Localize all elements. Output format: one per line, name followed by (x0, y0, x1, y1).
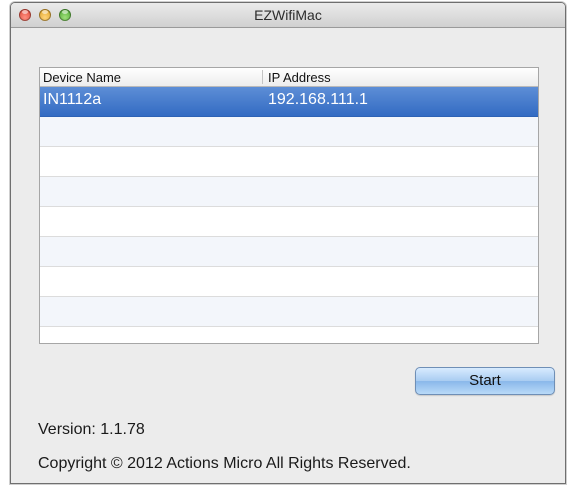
table-row[interactable]: IN1112a 192.168.111.1 (40, 87, 538, 117)
copyright-text: Copyright © 2012 Actions Micro All Right… (38, 455, 411, 472)
start-button[interactable]: Start (415, 367, 555, 395)
column-header-device-name[interactable]: Device Name (43, 70, 121, 85)
device-name-cell: IN1112a (43, 91, 102, 108)
empty-table-row[interactable] (40, 177, 538, 207)
empty-table-row[interactable] (40, 237, 538, 267)
window-title: EZWifiMac (254, 7, 322, 23)
empty-table-row[interactable] (40, 147, 538, 177)
empty-table-row[interactable] (40, 327, 538, 343)
empty-table-row[interactable] (40, 297, 538, 327)
empty-table-row[interactable] (40, 267, 538, 297)
title-bar: EZWifiMac (11, 3, 565, 28)
table-header: Device Name IP Address (40, 68, 538, 87)
column-separator (262, 70, 263, 84)
empty-table-row[interactable] (40, 117, 538, 147)
column-header-ip-address[interactable]: IP Address (268, 70, 331, 85)
version-text: Version: 1.1.78 (38, 421, 145, 438)
empty-table-row[interactable] (40, 207, 538, 237)
app-window: EZWifiMac Device Name IP Address IN1112a… (10, 2, 566, 484)
device-table[interactable]: Device Name IP Address IN1112a 192.168.1… (39, 67, 539, 344)
ip-address-cell: 192.168.111.1 (268, 91, 368, 108)
